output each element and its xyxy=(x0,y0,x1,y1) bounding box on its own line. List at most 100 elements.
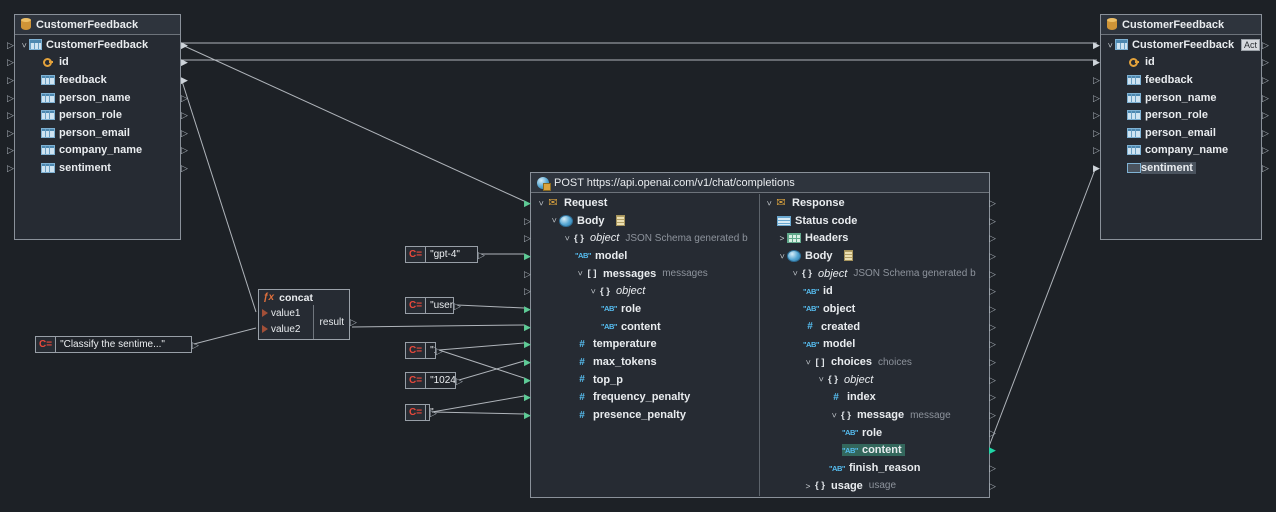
wire-0-to-frequency-penalty[interactable] xyxy=(432,396,524,412)
request-tree-row[interactable]: > content xyxy=(532,318,759,336)
input-connector-icon[interactable] xyxy=(1092,163,1101,173)
target-field-row[interactable]: person_name xyxy=(1101,89,1261,107)
wire-feedback-to-value1[interactable] xyxy=(181,78,256,312)
output-connector-icon[interactable] xyxy=(191,340,200,350)
output-connector-icon[interactable] xyxy=(1261,93,1270,103)
output-connector-icon[interactable] xyxy=(988,410,997,420)
source-component[interactable]: CustomerFeedback > CustomerFeedback id xyxy=(14,14,181,240)
request-tree-row[interactable]: > frequency_penalty xyxy=(532,389,759,407)
output-connector-icon[interactable] xyxy=(988,198,997,208)
input-connector-icon[interactable] xyxy=(523,375,532,385)
output-connector-icon[interactable] xyxy=(455,376,464,386)
input-connector-icon[interactable] xyxy=(1092,57,1101,67)
response-tree-row[interactable]: > object xyxy=(760,371,988,389)
output-connector-icon[interactable] xyxy=(453,301,462,311)
output-connector-icon[interactable] xyxy=(1261,75,1270,85)
response-tree-row[interactable]: > choices choices xyxy=(760,353,988,371)
output-connector-icon[interactable] xyxy=(988,392,997,402)
request-tree-row[interactable]: > max_tokens xyxy=(532,353,759,371)
chevron-icon[interactable]: > xyxy=(804,357,813,367)
chevron-icon[interactable]: > xyxy=(830,410,839,420)
output-connector-icon[interactable] xyxy=(988,357,997,367)
output-connector-icon[interactable] xyxy=(988,322,997,332)
output-connector-icon[interactable] xyxy=(349,317,358,327)
request-tree-row[interactable]: > Request xyxy=(532,194,759,212)
chevron-icon[interactable]: > xyxy=(550,216,559,226)
response-tree-row[interactable]: > content xyxy=(760,442,988,460)
output-connector-icon[interactable] xyxy=(988,269,997,279)
action-badge[interactable]: Act xyxy=(1241,39,1260,51)
constant-gpt4[interactable]: C= "gpt-4" xyxy=(405,246,478,263)
input-connector-icon[interactable] xyxy=(6,145,15,155)
response-tree-row[interactable]: > message message xyxy=(760,406,988,424)
input-connector-icon[interactable] xyxy=(523,392,532,402)
request-tree-row[interactable]: > top_p xyxy=(532,371,759,389)
input-connector-icon[interactable] xyxy=(6,57,15,67)
output-connector-icon[interactable] xyxy=(1261,57,1270,67)
output-connector-icon[interactable] xyxy=(180,128,189,138)
response-tree-row[interactable]: > Status code xyxy=(760,212,988,230)
input-connector-icon[interactable] xyxy=(1092,145,1101,155)
request-tree-row[interactable]: > presence_penalty xyxy=(532,406,759,424)
target-field-row[interactable]: id xyxy=(1101,54,1261,72)
output-connector-icon[interactable] xyxy=(1261,40,1270,50)
input-connector-icon[interactable] xyxy=(262,325,268,333)
input-connector-icon[interactable] xyxy=(6,163,15,173)
output-connector-icon[interactable] xyxy=(988,216,997,226)
wire-classify-to-value2[interactable] xyxy=(194,328,256,344)
source-field-row[interactable]: person_email xyxy=(15,124,180,142)
wire-1024-to-max-tokens[interactable] xyxy=(459,361,524,380)
target-field-row[interactable]: feedback xyxy=(1101,71,1261,89)
wire-table-to-request[interactable] xyxy=(182,45,524,201)
output-connector-icon[interactable] xyxy=(988,445,997,455)
target-table-row[interactable]: > CustomerFeedback Act xyxy=(1101,36,1261,54)
output-connector-icon[interactable] xyxy=(180,110,189,120)
target-component-header[interactable]: CustomerFeedback xyxy=(1101,15,1261,35)
input-connector-icon[interactable] xyxy=(523,251,532,261)
input-connector-icon[interactable] xyxy=(6,128,15,138)
chevron-icon[interactable]: > xyxy=(791,269,800,279)
input-connector-icon[interactable] xyxy=(523,410,532,420)
chevron-icon[interactable]: > xyxy=(563,233,572,243)
output-connector-icon[interactable] xyxy=(180,93,189,103)
wire-result-to-content[interactable] xyxy=(352,325,524,327)
request-tree-row[interactable]: > object JSON Schema generated b xyxy=(532,229,759,247)
input-connector-icon[interactable] xyxy=(6,40,15,50)
output-connector-icon[interactable] xyxy=(988,304,997,314)
function-output-result[interactable]: result xyxy=(313,305,349,339)
output-connector-icon[interactable] xyxy=(988,251,997,261)
output-connector-icon[interactable] xyxy=(180,163,189,173)
chevron-icon[interactable]: > xyxy=(576,269,585,279)
chevron-icon[interactable]: > xyxy=(537,198,546,208)
response-tree-row[interactable]: > created xyxy=(760,318,988,336)
source-component-header[interactable]: CustomerFeedback xyxy=(15,15,180,35)
chevron-down-icon[interactable]: > xyxy=(1106,40,1115,50)
webservice-header[interactable]: POST https://api.openai.com/v1/chat/comp… xyxy=(531,173,989,193)
input-connector-icon[interactable] xyxy=(523,233,532,243)
response-tree-row[interactable]: > object xyxy=(760,300,988,318)
target-component[interactable]: CustomerFeedback > CustomerFeedback Act … xyxy=(1100,14,1262,240)
wire-1-to-temperature[interactable] xyxy=(439,343,524,350)
target-field-row[interactable]: person_email xyxy=(1101,124,1261,142)
response-tree-row[interactable]: > index xyxy=(760,389,988,407)
response-tree-row[interactable]: > usage usage xyxy=(760,477,988,495)
input-connector-icon[interactable] xyxy=(6,110,15,120)
constant-classify-prompt[interactable]: C= "Classify the sentime..." xyxy=(35,336,192,353)
output-connector-icon[interactable] xyxy=(988,339,997,349)
input-connector-icon[interactable] xyxy=(523,269,532,279)
input-connector-icon[interactable] xyxy=(6,93,15,103)
wire-0-to-presence-penalty[interactable] xyxy=(432,412,524,414)
input-connector-icon[interactable] xyxy=(1092,110,1101,120)
constant-0[interactable]: C= "0" xyxy=(405,404,430,421)
response-tree-row[interactable]: > object JSON Schema generated b xyxy=(760,265,988,283)
output-connector-icon[interactable] xyxy=(988,481,997,491)
chevron-icon[interactable]: > xyxy=(817,375,826,385)
source-table-row[interactable]: > CustomerFeedback xyxy=(15,36,180,54)
request-tree-row[interactable]: > model xyxy=(532,247,759,265)
source-field-row[interactable]: company_name xyxy=(15,142,180,160)
source-field-row[interactable]: id xyxy=(15,54,180,72)
output-connector-icon[interactable] xyxy=(988,233,997,243)
response-tree-row[interactable]: > role xyxy=(760,424,988,442)
request-tree-row[interactable]: > Body xyxy=(532,212,759,230)
constant-user[interactable]: C= "user" xyxy=(405,297,454,314)
